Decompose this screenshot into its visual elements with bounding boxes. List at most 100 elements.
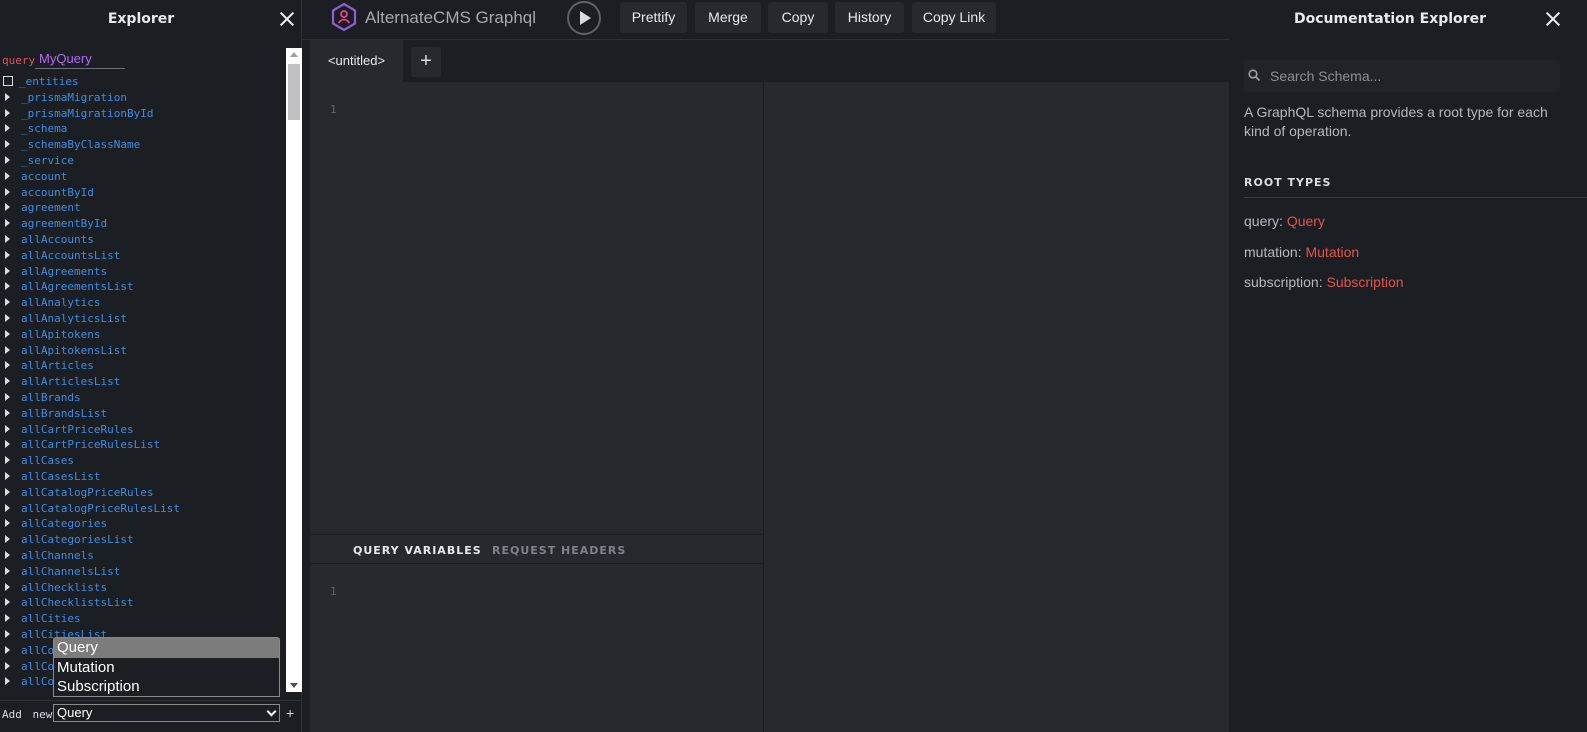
expand-triangle-icon [5,203,10,212]
entity-label: allCasesList [21,470,101,483]
entity-label: allCategoriesList [21,533,134,547]
operation-option-subscription[interactable]: Subscription [54,677,279,697]
entity-item[interactable]: allCatalogPriceRules [0,485,286,501]
entity-label: allAccounts [21,233,94,246]
entity-item[interactable]: allCatalogPriceRulesList [0,501,286,517]
type-link-subscription[interactable]: Subscription [1326,274,1403,290]
entity-item[interactable]: allChecklistsList [0,595,286,611]
query-editor[interactable]: 1 [310,82,763,534]
close-explorer-icon[interactable] [278,10,296,28]
entity-item[interactable]: allCities [0,611,286,627]
expand-triangle-icon [5,298,10,307]
entity-item[interactable]: allChecklists [0,580,286,596]
entity-item[interactable]: _prismaMigrationById [0,106,286,122]
type-link-query[interactable]: Query [1287,213,1325,229]
entity-item[interactable]: allAccounts [0,232,286,248]
copy-button[interactable]: Copy [768,2,828,33]
tab-untitled[interactable]: <untitled> [310,40,403,82]
entity-item[interactable]: allAnalyticsList [0,311,286,327]
query-name-input[interactable] [35,49,125,69]
entity-item[interactable]: allApitokens [0,327,286,343]
expand-triangle-icon [5,487,10,496]
expand-triangle-icon [5,377,10,386]
operation-option-query[interactable]: Query [54,638,279,658]
line-number: 1 [330,585,337,598]
entity-label: _entities [19,75,79,88]
operation-dropdown-list[interactable]: Query Mutation Subscription [53,637,280,697]
entity-label: allCo [21,659,55,673]
root-type-query: query: Query [1244,213,1325,229]
entity-item[interactable]: allChannelsList [0,564,286,580]
entity-item[interactable]: allChannels [0,548,286,564]
entity-item[interactable]: _schemaByClassName [0,137,286,153]
expand-triangle-icon [5,472,10,480]
divider [1244,197,1587,198]
entity-label: allCo [21,643,55,657]
expand-triangle-icon [5,235,10,243]
entity-item[interactable]: allBrandsList [0,406,286,422]
close-docs-icon[interactable] [1544,10,1562,28]
entity-item[interactable]: accountById [0,185,286,201]
explorer-scrollbar[interactable] [286,48,302,692]
expand-triangle-icon [5,124,10,133]
entity-item[interactable]: allAnalytics [0,295,286,311]
expand-triangle-icon [5,535,10,544]
entity-item[interactable]: allAgreementsList [0,279,286,295]
copy-link-button[interactable]: Copy Link [912,2,996,33]
add-tab-button[interactable]: + [411,47,441,77]
variables-editor[interactable]: 1 [310,564,763,732]
root-type-label: query: [1244,213,1287,229]
operation-type-select[interactable]: Query [53,704,280,722]
entity-item[interactable]: allCasesList [0,469,286,485]
entity-label: allCases [21,454,74,468]
entity-item[interactable]: allApitokensList [0,343,286,359]
root-type-label: subscription: [1244,274,1327,290]
entity-item[interactable]: agreement [0,200,286,216]
entity-label: allChecklists [21,580,108,594]
documentation-explorer: Documentation Explorer A GraphQL schema … [1229,0,1587,732]
prettify-button[interactable]: Prettify [620,2,687,33]
entity-item[interactable]: allCartPriceRules [0,422,286,438]
entity-item[interactable]: allCases [0,453,286,469]
entity-label: allChecklistsList [21,596,134,610]
entity-label: allAccountsList [21,248,121,262]
expand-triangle-icon [5,408,10,417]
checkbox-icon[interactable] [3,76,13,86]
add-operation-button[interactable]: + [286,705,294,721]
entity-item[interactable]: allArticlesList [0,374,286,390]
variables-tab-bar: QUERY VARIABLES REQUEST HEADERS [310,534,763,564]
entity-item[interactable]: allBrands [0,390,286,406]
entity-item[interactable]: _prismaMigration [0,90,286,106]
entity-item[interactable]: allCartPriceRulesList [0,437,286,453]
app-title: AlternateCMS Graphql [365,8,537,27]
play-icon [580,11,591,25]
tab-query-variables[interactable]: QUERY VARIABLES [353,544,482,557]
entity-item[interactable]: allAgreements [0,264,286,280]
entity-item[interactable]: allArticles [0,358,286,374]
scroll-thumb[interactable] [288,64,300,120]
history-button[interactable]: History [835,2,904,33]
entity-item[interactable]: _schema [0,121,286,137]
entity-label: allAnalytics [21,296,101,310]
entity-item[interactable]: allCategoriesList [0,532,286,548]
scroll-up-arrow-icon[interactable] [290,52,298,57]
entity-label: allCatalogPriceRules [21,485,154,499]
type-link-mutation[interactable]: Mutation [1305,244,1359,260]
entity-item-entities[interactable]: _entities [0,74,286,90]
entity-item[interactable]: agreementById [0,216,286,232]
expand-triangle-icon [5,393,10,401]
expand-triangle-icon [5,361,10,370]
operation-option-mutation[interactable]: Mutation [54,658,279,678]
run-query-button[interactable] [567,1,601,35]
entity-item[interactable]: account [0,169,286,185]
entity-item[interactable]: _service [0,153,286,169]
entity-item[interactable]: allAccountsList [0,248,286,264]
search-input[interactable] [1270,60,1554,92]
scroll-down-arrow-icon[interactable] [290,683,298,688]
expand-triangle-icon [5,92,10,101]
entity-label: allBrandsList [21,406,108,420]
merge-button[interactable]: Merge [695,2,761,33]
entity-item[interactable]: allCategories [0,516,286,532]
tab-request-headers[interactable]: REQUEST HEADERS [492,544,626,557]
docs-search-box[interactable] [1244,60,1560,92]
